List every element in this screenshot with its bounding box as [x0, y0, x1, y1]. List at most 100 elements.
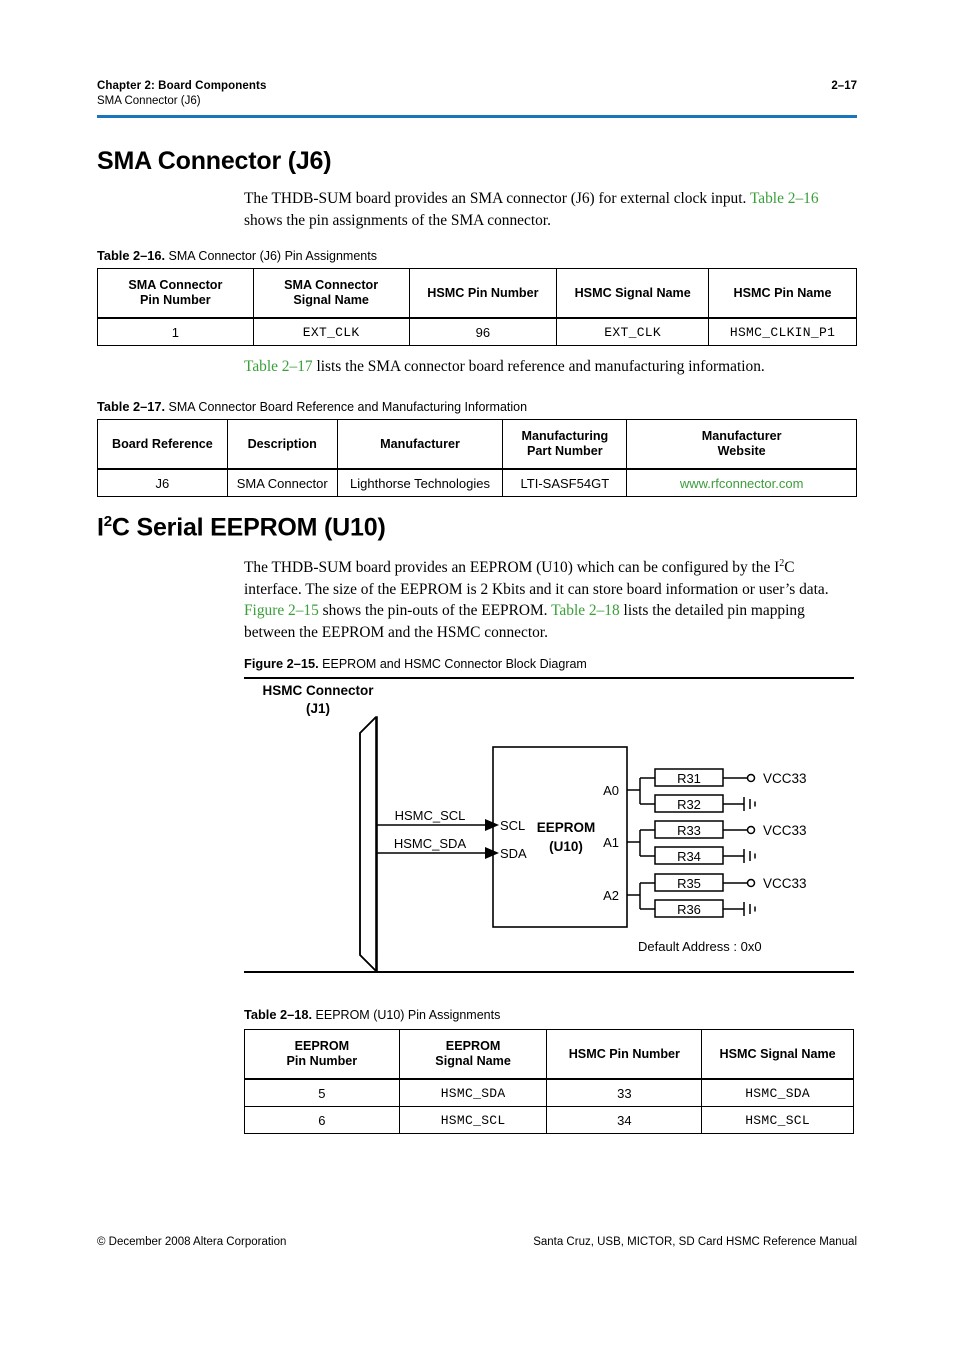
caption-table-2-16: Table 2–16. SMA Connector (J6) Pin Assig… — [97, 248, 377, 263]
caption-table-2-18: Table 2–18. EEPROM (U10) Pin Assignments — [244, 1007, 500, 1022]
cell-hsmc-pin-name: HSMC_CLKIN_P1 — [708, 317, 857, 346]
cell-board-reference: J6 — [97, 468, 228, 497]
pin-label-a1: A1 — [603, 835, 619, 850]
col-header-sma-pin-number: SMA Connector Pin Number — [97, 268, 254, 319]
document-page: Chapter 2: Board Components SMA Connecto… — [0, 0, 954, 1350]
sma-intro-text-a: The THDB-SUM board provides an SMA conne… — [244, 190, 750, 207]
caption-text: EEPROM and HSMC Connector Block Diagram — [322, 657, 587, 671]
col-header-manufacturer-website: Manufacturer Website — [626, 419, 857, 470]
cell-manufacturer-website-link[interactable]: www.rfconnector.com — [626, 468, 857, 497]
hsmc-connector-label-line1: HSMC Connector — [263, 683, 375, 698]
table-2-18: EEPROM Pin Number EEPROM Signal Name HSM… — [244, 1029, 854, 1134]
cell-manufacturing-part-number: LTI-SASF54GT — [502, 468, 628, 497]
hsmc-connector-shape — [359, 716, 378, 972]
pin-label-sda: SDA — [500, 846, 527, 861]
table-header-row: SMA Connector Pin Number SMA Connector S… — [97, 268, 857, 319]
wire-label-hsmc-sda: HSMC_SDA — [394, 836, 467, 851]
col-header-hsmc-signal-name: HSMC Signal Name — [701, 1029, 854, 1080]
xref-table-2-16[interactable]: Table 2–16 — [750, 190, 819, 207]
cell-eeprom-signal-name: HSMC_SCL — [398, 1106, 548, 1134]
supply-label-vcc33-a1: VCC33 — [763, 823, 807, 838]
col-header-manufacturer: Manufacturer — [336, 419, 504, 470]
resistor-label-r34: R34 — [677, 849, 701, 864]
caption-text: SMA Connector (J6) Pin Assignments — [168, 249, 377, 263]
xref-table-2-17[interactable]: Table 2–17 — [244, 358, 313, 375]
table-row: 1 EXT_CLK 96 EXT_CLK HSMC_CLKIN_P1 — [97, 317, 857, 346]
caption-text: SMA Connector Board Reference and Manufa… — [168, 400, 528, 414]
cell-description: SMA Connector — [226, 468, 338, 497]
caption-table-2-17: Table 2–17. SMA Connector Board Referenc… — [97, 399, 527, 414]
resistor-label-r33: R33 — [677, 823, 701, 838]
page-number: 2–17 — [831, 80, 857, 92]
eeprom-chip-label-line2: (U10) — [549, 839, 583, 854]
cell-hsmc-pin-number: 33 — [546, 1078, 703, 1107]
running-head: Chapter 2: Board Components SMA Connecto… — [97, 80, 857, 107]
chapter-title: Chapter 2: Board Components — [97, 80, 267, 92]
sma-intro-text-b: shows the pin assignments of the SMA con… — [244, 211, 551, 229]
eeprom-chip-label-line1: EEPROM — [537, 820, 596, 835]
sma-intro-paragraph: The THDB-SUM board provides an SMA conne… — [244, 188, 854, 231]
resistor-label-r31: R31 — [677, 771, 701, 786]
cell-eeprom-pin-number: 5 — [244, 1078, 400, 1107]
footer-copyright: © December 2008 Altera Corporation — [97, 1236, 287, 1248]
xref-table-2-18[interactable]: Table 2–18 — [551, 602, 620, 619]
col-header-eeprom-signal-name: EEPROM Signal Name — [398, 1029, 548, 1080]
cell-sma-pin-number: 1 — [97, 317, 254, 346]
pin-label-a0: A0 — [603, 783, 619, 798]
cell-sma-signal-name: EXT_CLK — [252, 317, 410, 346]
pin-label-a2: A2 — [603, 888, 619, 903]
col-header-hsmc-pin-number: HSMC Pin Number — [546, 1029, 703, 1080]
table-row: J6 SMA Connector Lighthorse Technologies… — [97, 468, 857, 497]
table-2-16: SMA Connector Pin Number SMA Connector S… — [97, 268, 857, 346]
hsmc-connector-label-line2: (J1) — [306, 701, 330, 716]
col-header-hsmc-pin-name: HSMC Pin Name — [708, 268, 857, 319]
section-title-i2c-eeprom: I2C Serial EEPROM (U10) — [97, 513, 386, 542]
cell-hsmc-pin-number: 34 — [546, 1106, 703, 1134]
pin-label-scl: SCL — [500, 818, 525, 833]
cell-eeprom-pin-number: 6 — [244, 1106, 400, 1134]
col-header-description: Description — [226, 419, 338, 470]
caption-label: Table 2–18. — [244, 1007, 313, 1022]
wire-label-hsmc-scl: HSMC_SCL — [395, 808, 466, 823]
i2c-heading-superscript: 2 — [103, 513, 112, 530]
supply-label-vcc33-a0: VCC33 — [763, 771, 807, 786]
cell-hsmc-pin-number: 96 — [408, 317, 558, 346]
i2c-heading-post: C Serial EEPROM (U10) — [111, 513, 386, 542]
cell-eeprom-signal-name: HSMC_SDA — [398, 1078, 548, 1107]
cell-manufacturer: Lighthorse Technologies — [336, 468, 504, 497]
running-subtitle: SMA Connector (J6) — [97, 95, 201, 107]
col-header-hsmc-pin-number: HSMC Pin Number — [408, 268, 558, 319]
col-header-hsmc-signal-name: HSMC Signal Name — [556, 268, 710, 319]
table-header-row: Board Reference Description Manufacturer… — [97, 419, 857, 470]
eeprom-intro-paragraph: The THDB-SUM board provides an EEPROM (U… — [244, 553, 854, 643]
xref-figure-2-15[interactable]: Figure 2–15 — [244, 602, 319, 619]
supply-label-vcc33-a2: VCC33 — [763, 876, 807, 891]
cell-hsmc-signal-name: EXT_CLK — [556, 317, 710, 346]
page-footer: © December 2008 Altera Corporation Santa… — [97, 1236, 857, 1248]
caption-text: EEPROM (U10) Pin Assignments — [315, 1008, 501, 1022]
page-title: SMA Connector (J6) — [97, 147, 332, 175]
eeprom-text-c: shows the pin-outs of the EEPROM. — [318, 602, 552, 620]
resistor-label-r36: R36 — [677, 902, 701, 917]
footer-manual-title: Santa Cruz, USB, MICTOR, SD Card HSMC Re… — [533, 1236, 857, 1248]
table-row: 6 HSMC_SCL 34 HSMC_SCL — [244, 1106, 854, 1134]
default-address-note: Default Address : 0x0 — [638, 939, 762, 954]
header-rule — [97, 115, 857, 118]
caption-label: Table 2–16. — [97, 248, 166, 263]
cell-hsmc-signal-name: HSMC_SDA — [701, 1078, 854, 1107]
caption-figure-2-15: Figure 2–15. EEPROM and HSMC Connector B… — [244, 656, 587, 671]
col-header-manufacturing-part-number: Manufacturing Part Number — [502, 419, 628, 470]
cell-hsmc-signal-name: HSMC_SCL — [701, 1106, 854, 1134]
table-2-17: Board Reference Description Manufacturer… — [97, 419, 857, 497]
table-row: 5 HSMC_SDA 33 HSMC_SDA — [244, 1078, 854, 1107]
caption-label: Table 2–17. — [97, 399, 166, 414]
sma-table-ref-text: lists the SMA connector board reference … — [312, 358, 765, 375]
col-header-eeprom-pin-number: EEPROM Pin Number — [244, 1029, 400, 1080]
caption-label: Figure 2–15. — [244, 656, 319, 671]
i2c-heading-pre: I — [97, 513, 104, 542]
table-header-row: EEPROM Pin Number EEPROM Signal Name HSM… — [244, 1029, 854, 1080]
resistor-label-r35: R35 — [677, 876, 701, 891]
col-header-sma-signal-name: SMA Connector Signal Name — [252, 268, 410, 319]
resistor-label-r32: R32 — [677, 797, 701, 812]
sma-table-ref-paragraph: Table 2–17 lists the SMA connector board… — [244, 356, 854, 378]
